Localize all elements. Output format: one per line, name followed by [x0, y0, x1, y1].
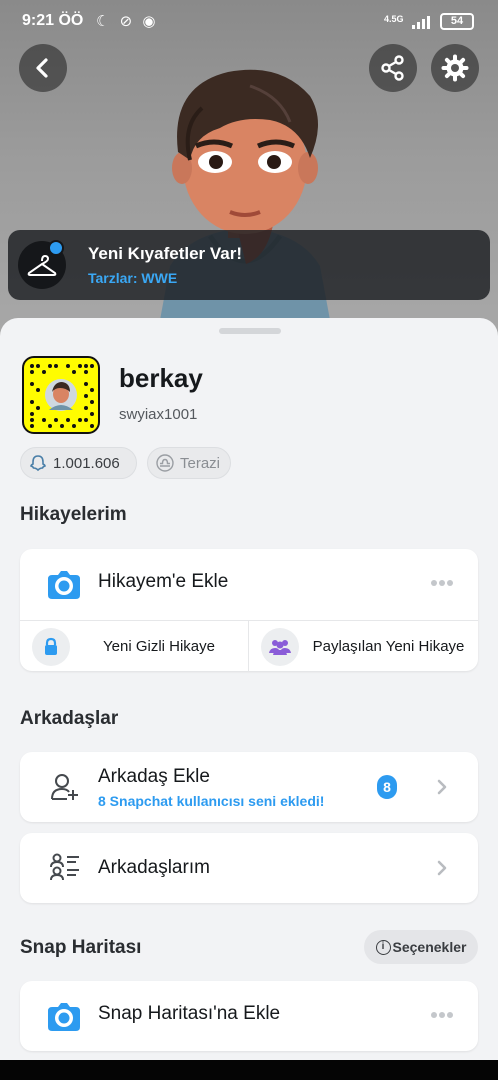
add-to-map-row[interactable]: Snap Haritası'na Ekle: [20, 981, 478, 1051]
info-icon: i: [375, 939, 391, 955]
status-icons: ☾ ⊘ ◉: [96, 13, 159, 30]
camera-icon: [48, 1003, 80, 1031]
settings-button[interactable]: [431, 44, 479, 92]
chevron-left-icon: [36, 58, 48, 78]
snapcode-dots: [30, 364, 94, 428]
profile-header: 9:21 ÖÖ ☾ ⊘ ◉ 4.5G 54 Yeni Kıyafetler Va…: [0, 0, 498, 360]
chevron-right-icon: [437, 860, 447, 876]
more-icon[interactable]: [430, 579, 454, 587]
chevron-right-icon: [437, 779, 447, 795]
shared-story-button[interactable]: Paylaşılan Yeni Hikaye: [249, 621, 478, 672]
snap-score-pill[interactable]: 1.001.606: [20, 447, 137, 479]
signal-icon: [412, 16, 430, 29]
private-story-label: Yeni Gizli Hikaye: [103, 637, 215, 655]
map-options-label: Seçenekler: [392, 939, 467, 955]
add-to-story-row[interactable]: Hikayem'e Ekle: [20, 549, 478, 619]
share-button[interactable]: [369, 44, 417, 92]
add-friend-subtitle: 8 Snapchat kullanıcısı seni ekledi!: [98, 793, 325, 809]
map-options-button[interactable]: i Seçenekler: [364, 930, 478, 964]
add-to-story-label: Hikayem'e Ekle: [98, 571, 229, 592]
banner-title: Yeni Kıyafetler Var!: [88, 244, 243, 263]
group-icon: [261, 628, 299, 666]
add-to-map-label: Snap Haritası'na Ekle: [98, 1003, 281, 1024]
snapcode[interactable]: [22, 356, 100, 434]
system-nav-bar: [0, 1060, 498, 1080]
friends-section-title: Arkadaşlar: [20, 708, 119, 729]
share-icon: [381, 55, 404, 81]
snap-map-section-title: Snap Haritası: [20, 937, 142, 958]
private-story-button[interactable]: Yeni Gizli Hikaye: [20, 621, 249, 672]
gear-icon: [441, 54, 469, 82]
ghost-icon: [30, 455, 46, 472]
add-friend-row[interactable]: Arkadaş Ekle 8 Snapchat kullanıcısı seni…: [20, 752, 478, 822]
add-friend-icon: [51, 774, 78, 800]
network-type: 4.5G: [384, 14, 404, 24]
friend-request-badge: 8: [377, 775, 397, 799]
story-options-row: Yeni Gizli Hikaye Paylaşılan Yeni Hikaye: [20, 620, 478, 672]
status-time: 9:21 ÖÖ: [22, 12, 84, 29]
snap-score-value: 1.001.606: [53, 454, 120, 472]
lock-icon: [32, 628, 70, 666]
zodiac-pill[interactable]: Terazi: [147, 447, 231, 479]
zodiac-label: Terazi: [179, 454, 220, 472]
libra-icon: [156, 454, 174, 472]
display-name: berkay: [119, 363, 203, 393]
add-friend-label: Arkadaş Ekle: [98, 766, 210, 787]
battery-indicator: 54: [440, 13, 474, 30]
new-outfits-banner[interactable]: Yeni Kıyafetler Var! Tarzlar: WWE: [8, 230, 490, 300]
profile-sheet: berkay swyiax1001 1.001.606 Terazi Hikay…: [0, 318, 498, 1080]
shared-story-label: Paylaşılan Yeni Hikaye: [312, 637, 465, 655]
notification-dot: [48, 240, 64, 256]
stories-card: Hikayem'e Ekle Yeni Gizli Hikaye Paylaşı…: [20, 549, 478, 672]
more-icon[interactable]: [430, 1011, 454, 1019]
my-friends-row[interactable]: Arkadaşlarım: [20, 833, 478, 903]
camera-icon: [48, 571, 80, 599]
username: swyiax1001: [119, 406, 198, 423]
stories-section-title: Hikayelerim: [20, 504, 127, 525]
my-friends-label: Arkadaşlarım: [98, 857, 210, 878]
status-bar: 9:21 ÖÖ ☾ ⊘ ◉ 4.5G 54: [0, 0, 498, 44]
friends-list-icon: [50, 853, 79, 881]
banner-subtitle: Tarzlar: WWE: [88, 270, 178, 286]
drag-handle[interactable]: [219, 328, 281, 334]
back-button[interactable]: [19, 44, 67, 92]
